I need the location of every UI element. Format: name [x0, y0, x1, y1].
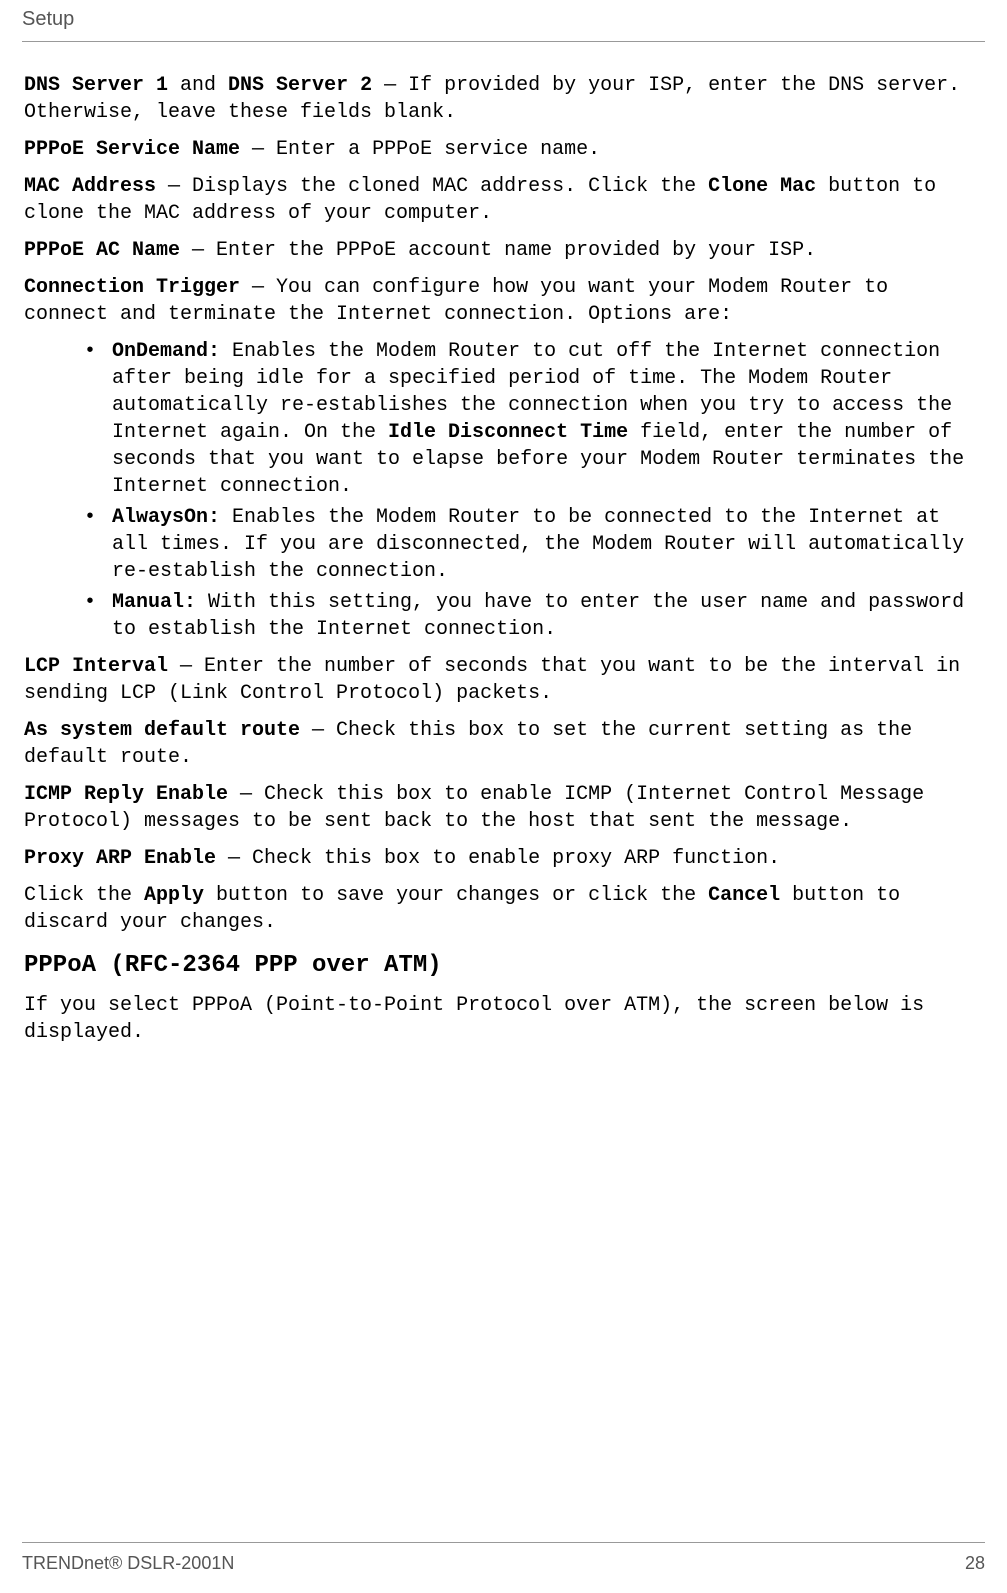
footer-page-number: 28 — [965, 1551, 985, 1575]
term-ondemand: OnDemand: — [112, 340, 220, 363]
list-item-manual: Manual: With this setting, you have to e… — [84, 589, 983, 643]
term-dns1: DNS Server 1 — [24, 74, 168, 97]
paragraph-pppoe-ac: PPPoE AC Name — Enter the PPPoE account … — [24, 237, 983, 264]
term-icmp: ICMP Reply Enable — [24, 783, 228, 806]
paragraph-default-route: As system default route — Check this box… — [24, 717, 983, 771]
term-cancel: Cancel — [708, 884, 780, 907]
term-alwayson: AlwaysOn: — [112, 506, 220, 529]
term-idle-disconnect: Idle Disconnect Time — [388, 421, 628, 444]
text: and — [168, 74, 228, 97]
page-header: Setup — [22, 0, 985, 42]
text: Enables the Modem Router to be connected… — [112, 506, 964, 583]
term-lcp: LCP Interval — [24, 655, 168, 678]
paragraph-icmp: ICMP Reply Enable — Check this box to en… — [24, 781, 983, 835]
term-pppoe-service: PPPoE Service Name — [24, 138, 240, 161]
page-footer: TRENDnet® DSLR-2001N 28 — [22, 1542, 985, 1575]
term-proxy-arp: Proxy ARP Enable — [24, 847, 216, 870]
term-connection-trigger: Connection Trigger — [24, 276, 240, 299]
text: — Displays the cloned MAC address. Click… — [156, 175, 708, 198]
header-title: Setup — [22, 8, 74, 30]
text: — Check this box to enable proxy ARP fun… — [216, 847, 780, 870]
text: With this setting, you have to enter the… — [112, 591, 964, 641]
term-default-route: As system default route — [24, 719, 300, 742]
term-mac: MAC Address — [24, 175, 156, 198]
paragraph-proxy-arp: Proxy ARP Enable — Check this box to ena… — [24, 845, 983, 872]
paragraph-lcp: LCP Interval — Enter the number of secon… — [24, 653, 983, 707]
paragraph-connection-trigger: Connection Trigger — You can configure h… — [24, 274, 983, 328]
paragraph-dns: DNS Server 1 and DNS Server 2 — If provi… — [24, 72, 983, 126]
paragraph-mac: MAC Address — Displays the cloned MAC ad… — [24, 173, 983, 227]
paragraph-pppoa-intro: If you select PPPoA (Point-to-Point Prot… — [24, 992, 983, 1046]
term-dns2: DNS Server 2 — [228, 74, 372, 97]
footer-product: TRENDnet® DSLR-2001N — [22, 1551, 234, 1575]
page-content: DNS Server 1 and DNS Server 2 — If provi… — [22, 72, 985, 1046]
section-heading-pppoa: PPPoA (RFC-2364 PPP over ATM) — [24, 950, 983, 982]
term-pppoe-ac: PPPoE AC Name — [24, 239, 180, 262]
trigger-options-list: OnDemand: Enables the Modem Router to cu… — [24, 338, 983, 643]
text: button to save your changes or click the — [204, 884, 708, 907]
text: Click the — [24, 884, 144, 907]
text: — Enter the PPPoE account name provided … — [180, 239, 816, 262]
list-item-ondemand: OnDemand: Enables the Modem Router to cu… — [84, 338, 983, 500]
paragraph-pppoe-service: PPPoE Service Name — Enter a PPPoE servi… — [24, 136, 983, 163]
term-apply: Apply — [144, 884, 204, 907]
paragraph-apply-cancel: Click the Apply button to save your chan… — [24, 882, 983, 936]
text: — Enter a PPPoE service name. — [240, 138, 600, 161]
list-item-alwayson: AlwaysOn: Enables the Modem Router to be… — [84, 504, 983, 585]
term-manual: Manual: — [112, 591, 196, 614]
term-clone-mac: Clone Mac — [708, 175, 816, 198]
